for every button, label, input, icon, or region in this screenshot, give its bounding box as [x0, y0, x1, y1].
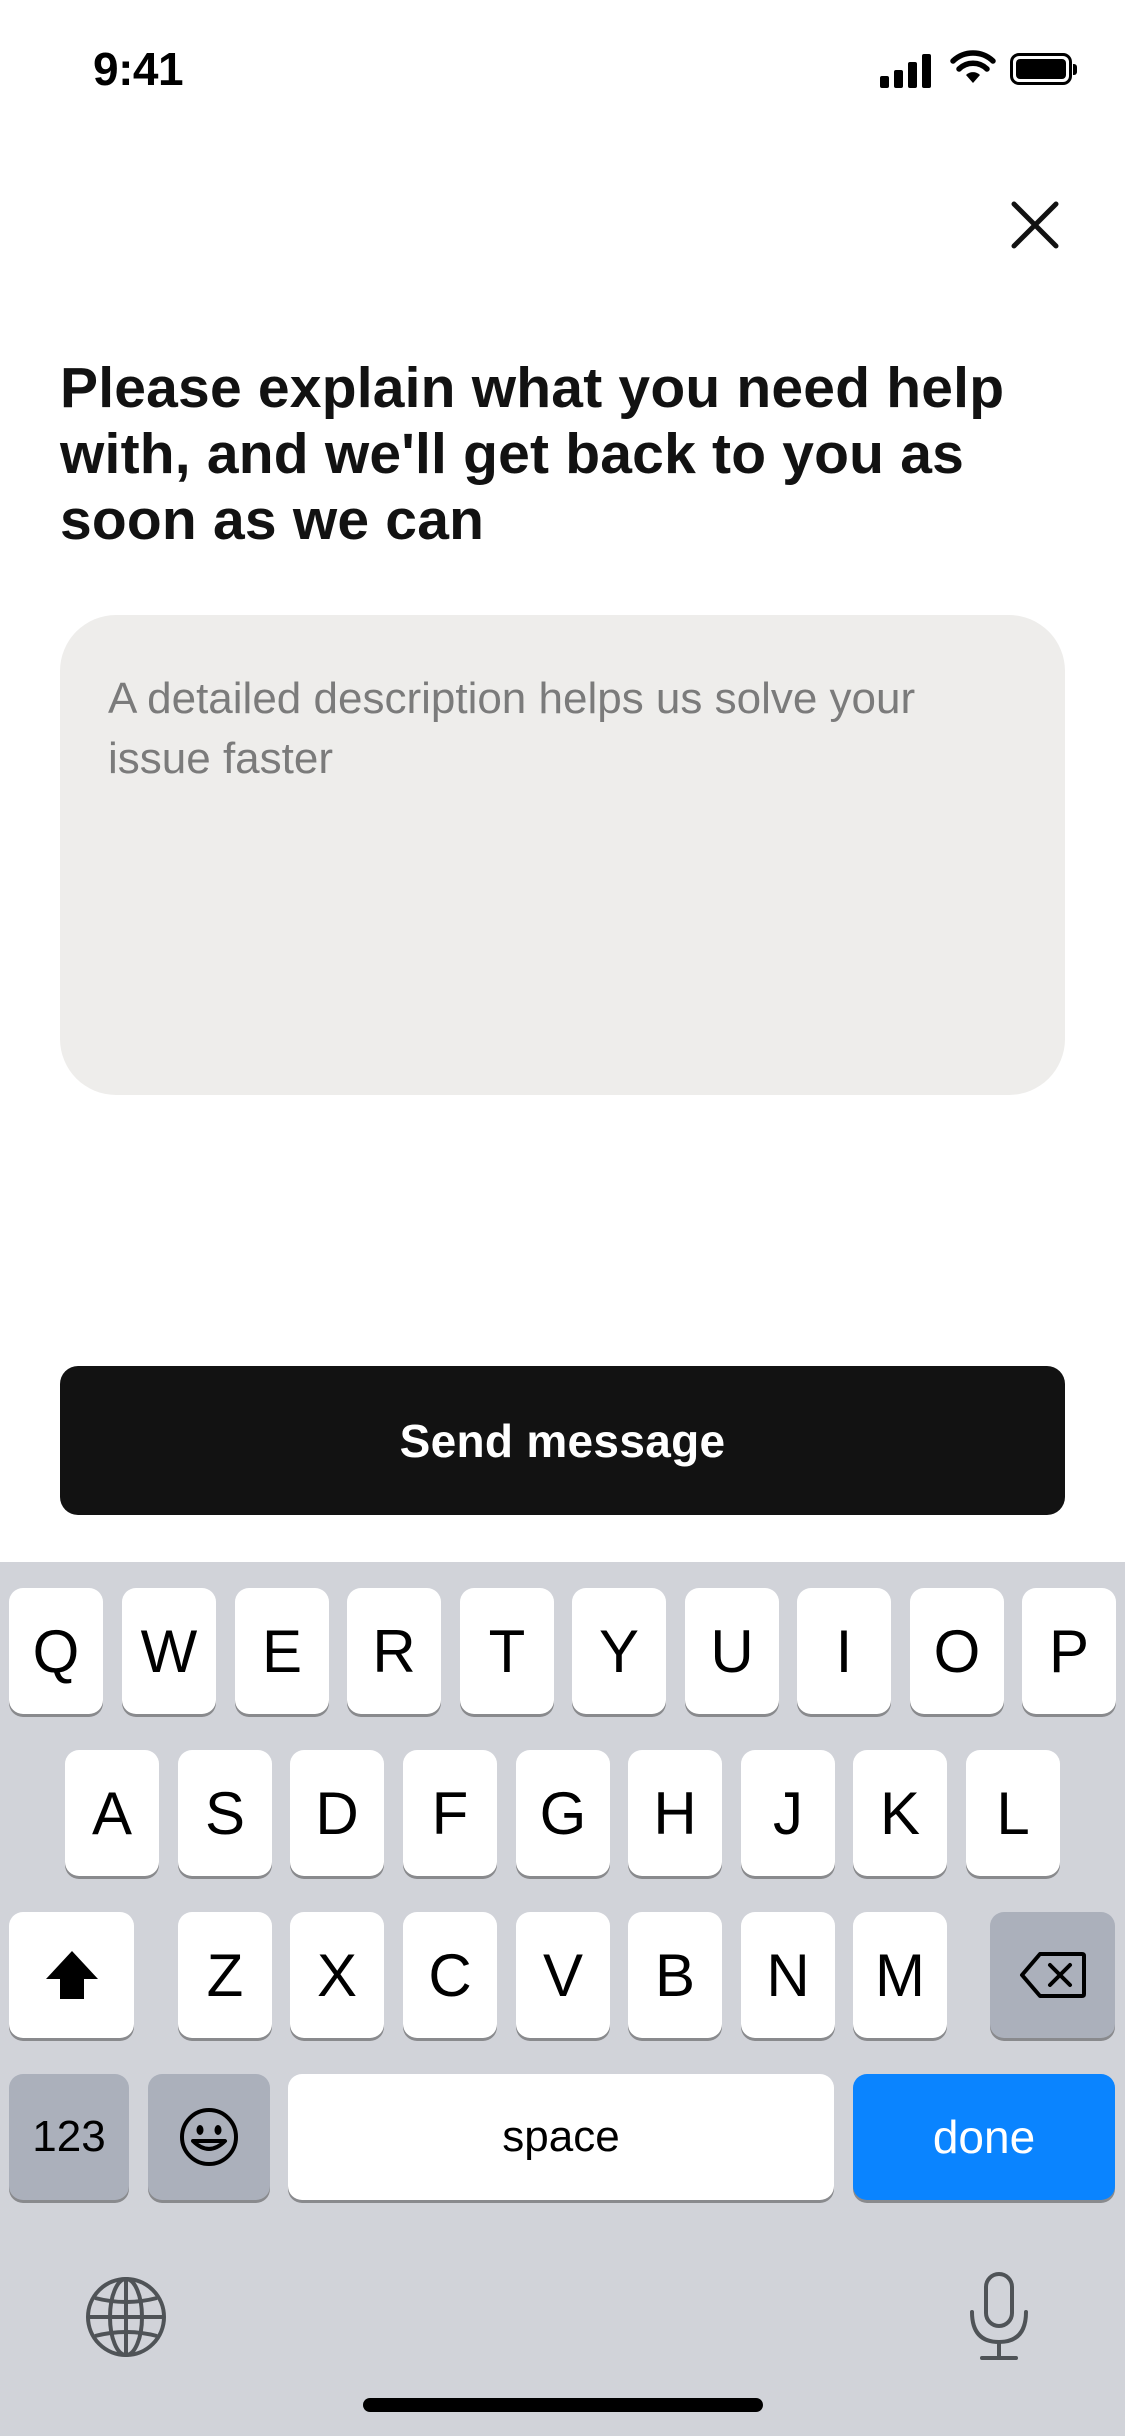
key-l[interactable]: L	[966, 1750, 1060, 1876]
shift-icon	[45, 1951, 98, 1999]
key-p[interactable]: P	[1022, 1588, 1116, 1714]
page-title: Please explain what you need help with, …	[60, 356, 1005, 552]
key-t[interactable]: T	[460, 1588, 554, 1714]
space-key[interactable]: space	[288, 2074, 834, 2200]
key-a[interactable]: A	[65, 1750, 159, 1876]
send-message-button[interactable]: Send message	[60, 1366, 1065, 1515]
close-icon[interactable]	[1000, 190, 1070, 260]
key-d[interactable]: D	[290, 1750, 384, 1876]
key-b[interactable]: B	[628, 1912, 722, 2038]
microphone-icon[interactable]	[964, 2270, 1034, 2364]
key-g[interactable]: G	[516, 1750, 610, 1876]
key-o[interactable]: O	[910, 1588, 1004, 1714]
key-i[interactable]: I	[797, 1588, 891, 1714]
key-x[interactable]: X	[290, 1912, 384, 2038]
key-y[interactable]: Y	[572, 1588, 666, 1714]
wifi-icon	[950, 50, 996, 83]
key-c[interactable]: C	[403, 1912, 497, 2038]
backspace-key[interactable]	[990, 1912, 1115, 2038]
key-n[interactable]: N	[741, 1912, 835, 2038]
key-f[interactable]: F	[403, 1750, 497, 1876]
home-indicator	[363, 2398, 763, 2412]
keyboard: Q W E R T Y U I O P A S D F G H J K L Z …	[0, 1562, 1125, 2436]
status-bar: 9:41	[0, 0, 1125, 140]
key-r[interactable]: R	[347, 1588, 441, 1714]
globe-icon[interactable]	[83, 2274, 169, 2360]
key-e[interactable]: E	[235, 1588, 329, 1714]
key-m[interactable]: M	[853, 1912, 947, 2038]
key-v[interactable]: V	[516, 1912, 610, 2038]
backspace-icon	[1019, 1952, 1086, 1998]
battery-icon	[1010, 53, 1077, 85]
key-u[interactable]: U	[685, 1588, 779, 1714]
key-z[interactable]: Z	[178, 1912, 272, 2038]
description-field[interactable]	[60, 615, 1065, 1095]
done-key[interactable]: done	[853, 2074, 1115, 2200]
signal-icon	[880, 52, 932, 88]
shift-key[interactable]	[9, 1912, 134, 2038]
key-h[interactable]: H	[628, 1750, 722, 1876]
key-k[interactable]: K	[853, 1750, 947, 1876]
key-j[interactable]: J	[741, 1750, 835, 1876]
key-w[interactable]: W	[122, 1588, 216, 1714]
numbers-key[interactable]: 123	[9, 2074, 129, 2200]
key-s[interactable]: S	[178, 1750, 272, 1876]
emoji-key[interactable]	[148, 2074, 270, 2200]
key-q[interactable]: Q	[9, 1588, 103, 1714]
emoji-icon	[180, 2108, 238, 2166]
status-time: 9:41	[93, 43, 184, 95]
